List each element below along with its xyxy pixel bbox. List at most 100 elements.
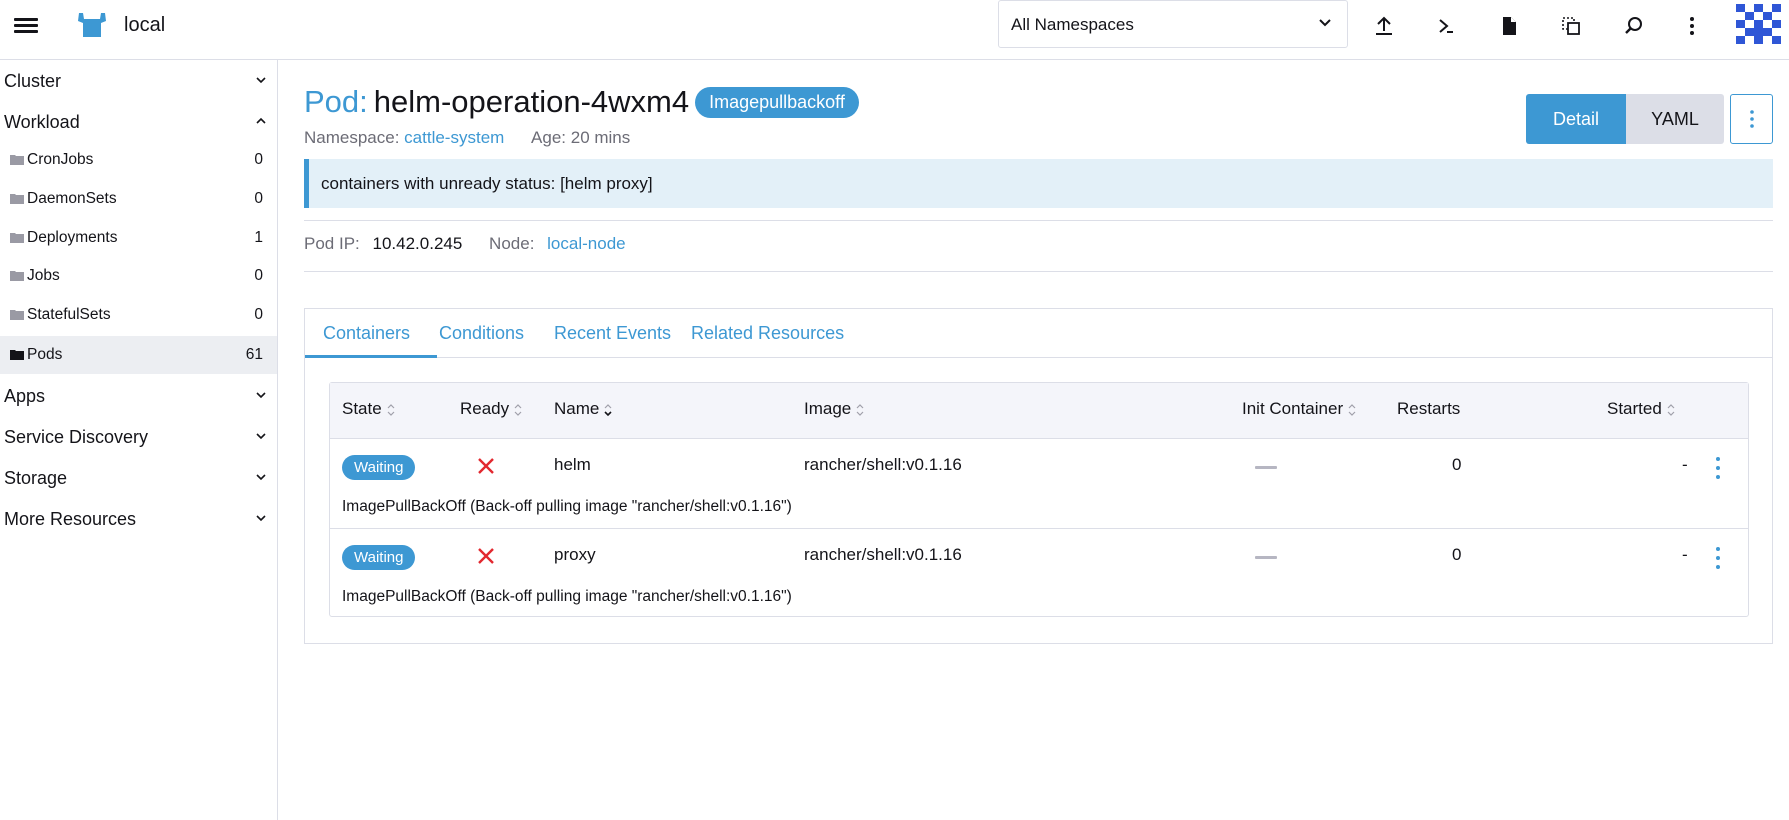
sidebar-group-service-discovery[interactable]: Service Discovery [0,416,277,456]
tab-conditions[interactable]: Conditions [439,323,524,344]
container-image: rancher/shell:v0.1.16 [804,545,962,564]
folder-open-icon [10,350,24,360]
actions-menu-button[interactable] [1730,94,1773,144]
column-header-label: Init Container [1242,399,1344,418]
x-icon [478,458,494,474]
sidebar-group-apps[interactable]: Apps [0,375,277,415]
column-header-label: Image [804,399,852,418]
column-header-state[interactable]: State [342,399,396,419]
sidebar-group-label: Apps [4,386,46,406]
started-value: - [1682,545,1688,564]
sidebar-group-label: Cluster [4,71,62,91]
folder-icon [10,155,24,165]
chevron-up-icon [256,117,266,124]
namespace-label: Namespace: [304,128,400,147]
user-avatar[interactable] [1736,4,1781,44]
terminal-icon[interactable] [1432,12,1460,40]
row-actions-menu[interactable] [1711,547,1725,569]
more-vertical-icon[interactable] [1678,12,1706,40]
sidebar-group-label: More Resources [4,509,137,529]
sidebar-item-statefulsets[interactable]: StatefulSets 0 [0,296,277,334]
sidebar-item-count: 0 [254,306,263,323]
table-header: State Ready Name Image Init Container Re… [330,383,1748,439]
column-header-started[interactable]: Started [1607,399,1676,419]
pod-ip-label: Pod IP: [304,234,360,253]
menu-icon[interactable] [14,15,38,39]
cluster-logo-icon[interactable] [75,11,109,39]
tab-bar: Containers Conditions Recent Events Rela… [305,309,1772,358]
chevron-down-icon [256,515,266,522]
cluster-name[interactable]: local [124,14,165,37]
namespace-select[interactable]: All Namespaces [998,0,1348,48]
container-message: ImagePullBackOff (Back-off pulling image… [342,498,792,515]
view-toggle: Detail YAML [1526,94,1724,144]
node-link[interactable]: local-node [547,234,625,253]
sidebar-item-label: Jobs [27,267,60,284]
namespace-select-value: All Namespaces [1011,15,1134,34]
x-icon [478,548,494,564]
sidebar-item-daemonsets[interactable]: DaemonSets 0 [0,180,277,218]
sidebar-item-cronjobs[interactable]: CronJobs 0 [0,141,277,179]
column-header-restarts: Restarts [1397,399,1460,419]
started-value: - [1682,455,1688,474]
upload-icon[interactable] [1370,12,1398,40]
folder-icon [10,271,24,281]
sidebar-group-label: Workload [4,112,80,132]
sidebar-item-label: DaemonSets [27,190,117,207]
yaml-button[interactable]: YAML [1626,94,1724,144]
tab-recent-events[interactable]: Recent Events [554,323,671,344]
table-row: Waiting helm rancher/shell:v0.1.16 0 - I… [330,439,1748,528]
restarts-value: 0 [1452,545,1462,564]
sidebar-group-label: Storage [4,468,68,488]
column-header-label: Restarts [1397,399,1461,418]
row-actions-menu[interactable] [1711,457,1725,479]
sidebar-item-label: CronJobs [27,151,94,168]
container-image: rancher/shell:v0.1.16 [804,455,962,474]
chevron-down-icon [256,474,266,481]
column-header-name[interactable]: Name [554,399,613,419]
container-name: proxy [554,545,596,564]
chevron-down-icon [1319,19,1331,27]
column-header-ready[interactable]: Ready [460,399,523,419]
sidebar-item-label: Pods [27,346,63,363]
sidebar-group-workload[interactable]: Workload [0,101,277,141]
chevron-down-icon [256,433,266,440]
sidebar-group-cluster[interactable]: Cluster [0,60,277,100]
resource-subtitle: Namespace: cattle-system Age: 20 mins [304,128,630,148]
detail-button[interactable]: Detail [1526,94,1626,144]
copy-icon[interactable] [1557,12,1585,40]
sidebar-group-more-resources[interactable]: More Resources [0,498,277,538]
restarts-value: 0 [1452,455,1462,474]
tab-containers[interactable]: Containers [323,323,410,344]
divider [304,220,1773,221]
tab-related-resources[interactable]: Related Resources [691,323,844,344]
sidebar-item-deployments[interactable]: Deployments 1 [0,219,277,257]
sidebar-item-pods[interactable]: Pods 61 [0,336,277,374]
sort-icon [1348,403,1356,416]
column-header-label: Name [554,399,600,418]
status-badge: Imagepullbackoff [695,86,859,118]
search-icon[interactable] [1620,12,1648,40]
status-banner: containers with unready status: [helm pr… [304,159,1773,208]
node-label: Node: [489,234,535,253]
column-header-image[interactable]: Image [804,399,865,419]
column-header-init-container[interactable]: Init Container [1242,399,1357,419]
more-vertical-icon [1749,110,1754,128]
containers-table: State Ready Name Image Init Container Re… [329,382,1749,617]
sidebar: Cluster Workload CronJobs 0 DaemonSets 0… [0,60,278,820]
status-badge: Waiting [342,545,416,570]
pod-ip-value: 10.42.0.245 [372,234,463,253]
table-row: Waiting proxy rancher/shell:v0.1.16 0 - … [330,528,1748,617]
namespace-link[interactable]: cattle-system [404,128,504,147]
folder-icon [10,194,24,204]
sidebar-item-count: 61 [245,346,263,363]
tabs-panel: Containers Conditions Recent Events Rela… [304,308,1773,644]
file-icon[interactable] [1495,12,1523,40]
dash-icon [1255,556,1277,559]
container-name: helm [554,455,591,474]
sidebar-item-jobs[interactable]: Jobs 0 [0,257,277,295]
sort-icon [1667,403,1675,416]
sidebar-item-label: Deployments [27,229,118,246]
top-header: local All Namespaces [0,0,1789,60]
sidebar-group-storage[interactable]: Storage [0,457,277,497]
